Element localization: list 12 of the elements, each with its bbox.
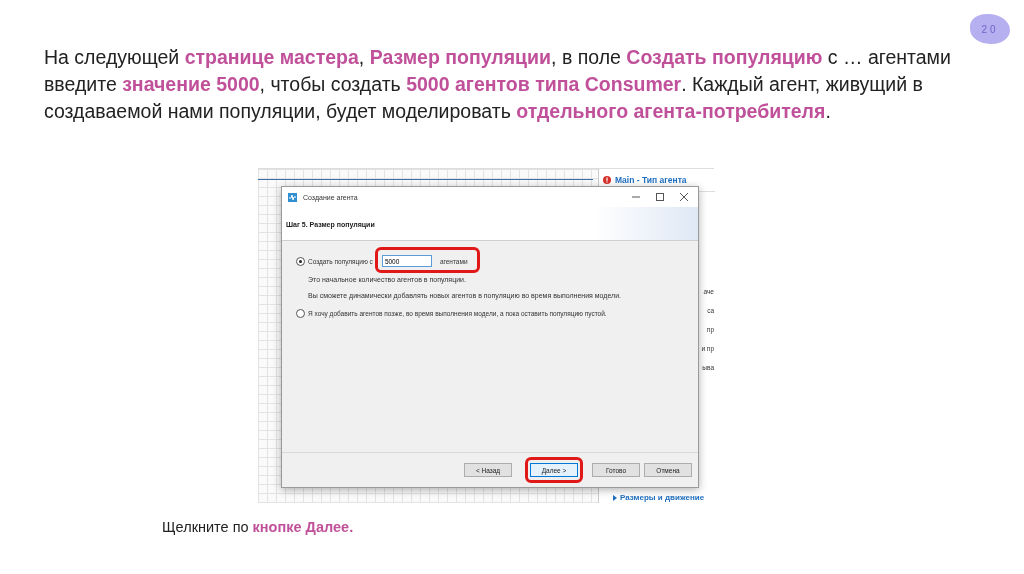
expand-arrow-icon[interactable] [613,494,617,501]
radio-button[interactable] [296,309,305,318]
maximize-icon[interactable] [656,193,664,201]
instruction-text: Щелкните по кнопке Далее. [162,519,355,535]
slide-number: 20 [970,14,1010,44]
instruction-paragraph: На следующей странице мастера, Размер популяции, в поле Создать популяцию с … агентами введите значение 5000, чтобы создать 5000 агентов типа Consumer. Каждый агент, живущий в создаваемой нами популяции, будет моделировать отдельного агента-потребителя. [44,45,952,124]
radio-button[interactable] [296,256,305,266]
panel-title: Main - Тип агента [615,175,687,185]
app-icon [288,192,297,202]
close-icon[interactable] [680,193,688,201]
section-header[interactable]: Размеры и движение [620,493,705,502]
error-icon [603,176,611,184]
